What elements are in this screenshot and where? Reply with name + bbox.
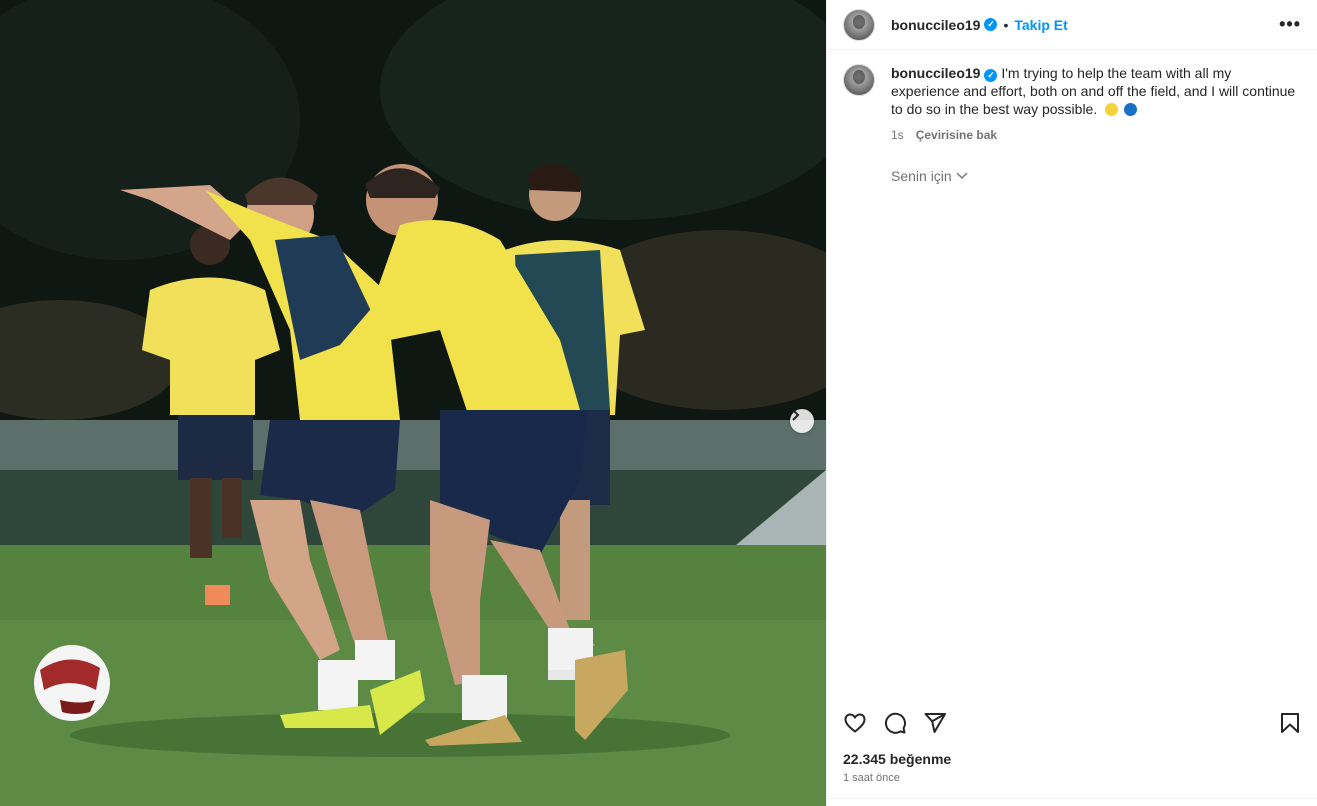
- blue-circle-emoji-icon: [1124, 103, 1138, 116]
- for-you-label: Senin için: [891, 168, 952, 184]
- next-photo-button[interactable]: [790, 409, 814, 433]
- post-header: bonuccileo19 ✓ • Takip Et •••: [827, 0, 1317, 50]
- avatar[interactable]: [843, 8, 875, 41]
- like-button[interactable]: [843, 711, 867, 735]
- paper-plane-icon: [924, 713, 946, 733]
- header-username[interactable]: bonuccileo19: [891, 17, 980, 33]
- caption-username[interactable]: bonuccileo19: [891, 65, 980, 81]
- post-side-panel: bonuccileo19 ✓ • Takip Et ••• bonuccileo…: [826, 0, 1317, 806]
- caption-verified-badge-icon: ✓: [984, 69, 998, 82]
- verified-badge-icon: ✓: [984, 18, 998, 31]
- chevron-down-icon: [956, 172, 968, 179]
- divider: [827, 798, 1317, 799]
- caption-avatar[interactable]: [843, 64, 875, 96]
- more-options-icon[interactable]: •••: [1279, 14, 1301, 35]
- yellow-circle-emoji-icon: [1105, 103, 1119, 116]
- share-button[interactable]: [923, 711, 947, 735]
- follow-button[interactable]: Takip Et: [1014, 17, 1067, 33]
- see-translation-button[interactable]: Çevirisine bak: [916, 126, 997, 144]
- caption-meta: 1s Çevirisine bak: [891, 126, 1301, 144]
- header-separator: •: [1003, 16, 1009, 33]
- caption-block: bonuccileo19 ✓ I'm trying to help the tea…: [827, 50, 1317, 144]
- heart-icon: [844, 713, 866, 733]
- comment-button[interactable]: [883, 711, 907, 735]
- post-timestamp[interactable]: 1 saat önce: [843, 772, 900, 784]
- bookmark-icon: [1281, 713, 1299, 733]
- chevron-right-icon: [792, 409, 800, 421]
- save-button[interactable]: [1278, 711, 1302, 735]
- training-scene: [0, 0, 826, 806]
- caption-age: 1s: [891, 128, 904, 142]
- action-bar: [827, 706, 1317, 740]
- caption-body: bonuccileo19 ✓ I'm trying to help the tea…: [891, 64, 1301, 144]
- post-photo[interactable]: [0, 0, 826, 806]
- comment-icon: [884, 712, 906, 734]
- soccer-ball: [34, 645, 110, 721]
- like-count[interactable]: 22.345 beğenme: [843, 751, 951, 767]
- for-you-dropdown[interactable]: Senin için: [891, 168, 968, 184]
